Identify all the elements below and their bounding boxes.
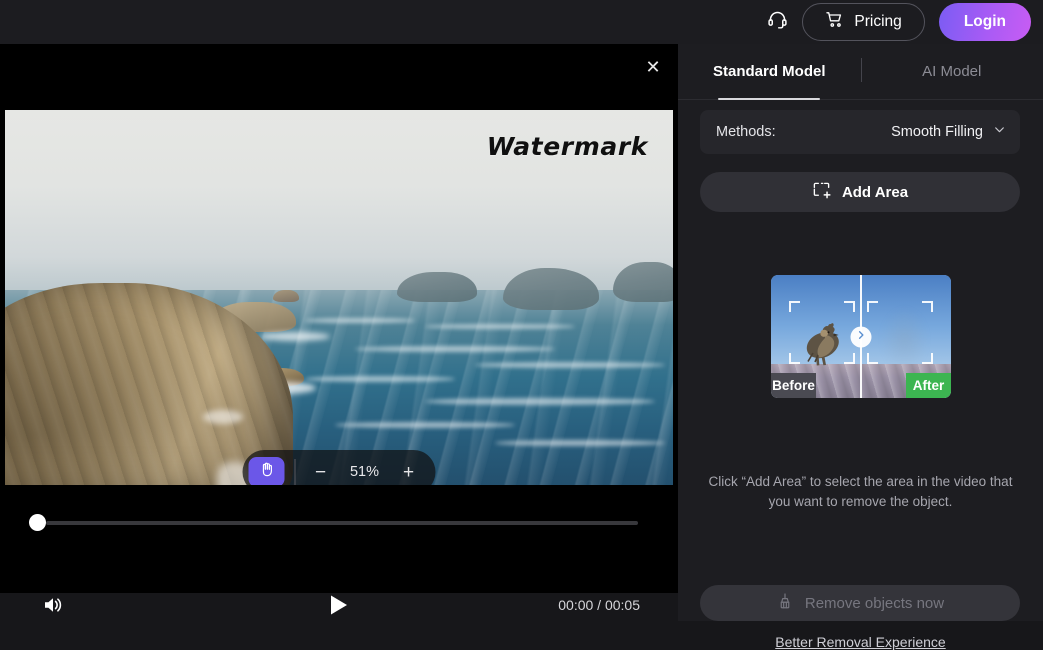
pricing-button[interactable]: Pricing xyxy=(802,3,924,41)
transport-controls: 00:00 / 00:05 xyxy=(0,586,678,632)
video-canvas[interactable]: Watermark − 51% + xyxy=(5,110,673,485)
preview-before-half: Before xyxy=(771,275,861,398)
time-display: 00:00 / 00:05 xyxy=(558,597,640,613)
selection-bracket xyxy=(922,353,933,364)
add-area-label: Add Area xyxy=(842,184,908,201)
support-button[interactable] xyxy=(760,5,794,39)
add-area-icon xyxy=(812,181,831,204)
foam-streak xyxy=(305,376,455,382)
selection-bracket xyxy=(922,301,933,312)
seek-track[interactable] xyxy=(46,521,638,525)
island-small-mid xyxy=(273,290,299,302)
login-button[interactable]: Login xyxy=(939,3,1031,41)
volume-button[interactable] xyxy=(38,592,68,622)
zoom-out-button[interactable]: − xyxy=(308,459,334,485)
selection-bracket xyxy=(867,353,878,364)
methods-selected-value: Smooth Filling xyxy=(891,124,983,140)
watermark-text: Watermark xyxy=(487,132,648,161)
preview-after-label: After xyxy=(906,373,951,398)
methods-label: Methods: xyxy=(716,124,776,140)
instruction-text: Click “Add Area” to select the area in t… xyxy=(708,472,1013,511)
chevron-right-icon xyxy=(856,328,867,346)
model-tabs: Standard Model AI Model xyxy=(678,44,1043,100)
zoom-toolbar: − 51% + xyxy=(243,450,436,485)
remove-objects-label: Remove objects now xyxy=(805,595,944,612)
foam-streak xyxy=(335,422,515,428)
foam-streak xyxy=(355,346,555,352)
selection-bracket xyxy=(789,301,800,312)
top-bar: Pricing Login xyxy=(0,0,1043,44)
methods-value-wrap: Smooth Filling xyxy=(891,123,1006,141)
tab-standard-model[interactable]: Standard Model xyxy=(678,44,861,99)
foam-streak xyxy=(425,324,575,329)
foam-streak xyxy=(260,332,330,341)
better-removal-experience-link[interactable]: Better Removal Experience xyxy=(678,634,1043,650)
video-panel: ✕ Wat xyxy=(0,44,678,593)
hand-icon xyxy=(258,461,275,483)
add-area-button[interactable]: Add Area xyxy=(700,172,1020,212)
foam-streak xyxy=(425,398,655,405)
selection-bracket xyxy=(844,353,855,364)
removed-object-ghost xyxy=(881,307,928,366)
pan-tool-button[interactable] xyxy=(249,457,285,485)
foam-streak xyxy=(305,318,415,323)
chevron-down-icon xyxy=(993,123,1006,141)
preview-after-half: After xyxy=(861,275,951,398)
preview-split-handle[interactable] xyxy=(851,326,872,347)
play-button[interactable] xyxy=(323,591,355,623)
preview-before-label: Before xyxy=(771,373,816,398)
foam-streak xyxy=(475,362,665,368)
broom-icon xyxy=(776,592,794,614)
zoom-level-label: 51% xyxy=(334,464,396,480)
before-after-preview[interactable]: Before After xyxy=(771,275,951,398)
remove-objects-button[interactable]: Remove objects now xyxy=(700,585,1020,621)
shopping-cart-icon xyxy=(825,10,844,34)
island-center xyxy=(397,272,477,302)
selection-bracket xyxy=(789,353,800,364)
volume-icon xyxy=(41,593,65,622)
zoom-in-button[interactable]: + xyxy=(396,459,422,485)
zoom-divider xyxy=(295,459,296,485)
video-frame-image: Watermark xyxy=(5,110,673,485)
close-icon[interactable]: ✕ xyxy=(640,54,666,80)
shoreline-foam xyxy=(203,410,243,424)
seek-bar-row xyxy=(0,510,678,534)
bird-subject xyxy=(797,323,853,376)
pricing-label: Pricing xyxy=(854,13,901,31)
selection-bracket xyxy=(844,301,855,312)
tab-ai-model[interactable]: AI Model xyxy=(861,44,1043,99)
seek-thumb[interactable] xyxy=(29,514,46,531)
methods-dropdown[interactable]: Methods: Smooth Filling xyxy=(700,110,1020,154)
play-icon xyxy=(328,593,350,622)
foam-streak xyxy=(495,440,665,446)
selection-bracket xyxy=(867,301,878,312)
settings-panel: Standard Model AI Model Methods: Smooth … xyxy=(678,44,1043,621)
headset-icon xyxy=(767,9,788,35)
